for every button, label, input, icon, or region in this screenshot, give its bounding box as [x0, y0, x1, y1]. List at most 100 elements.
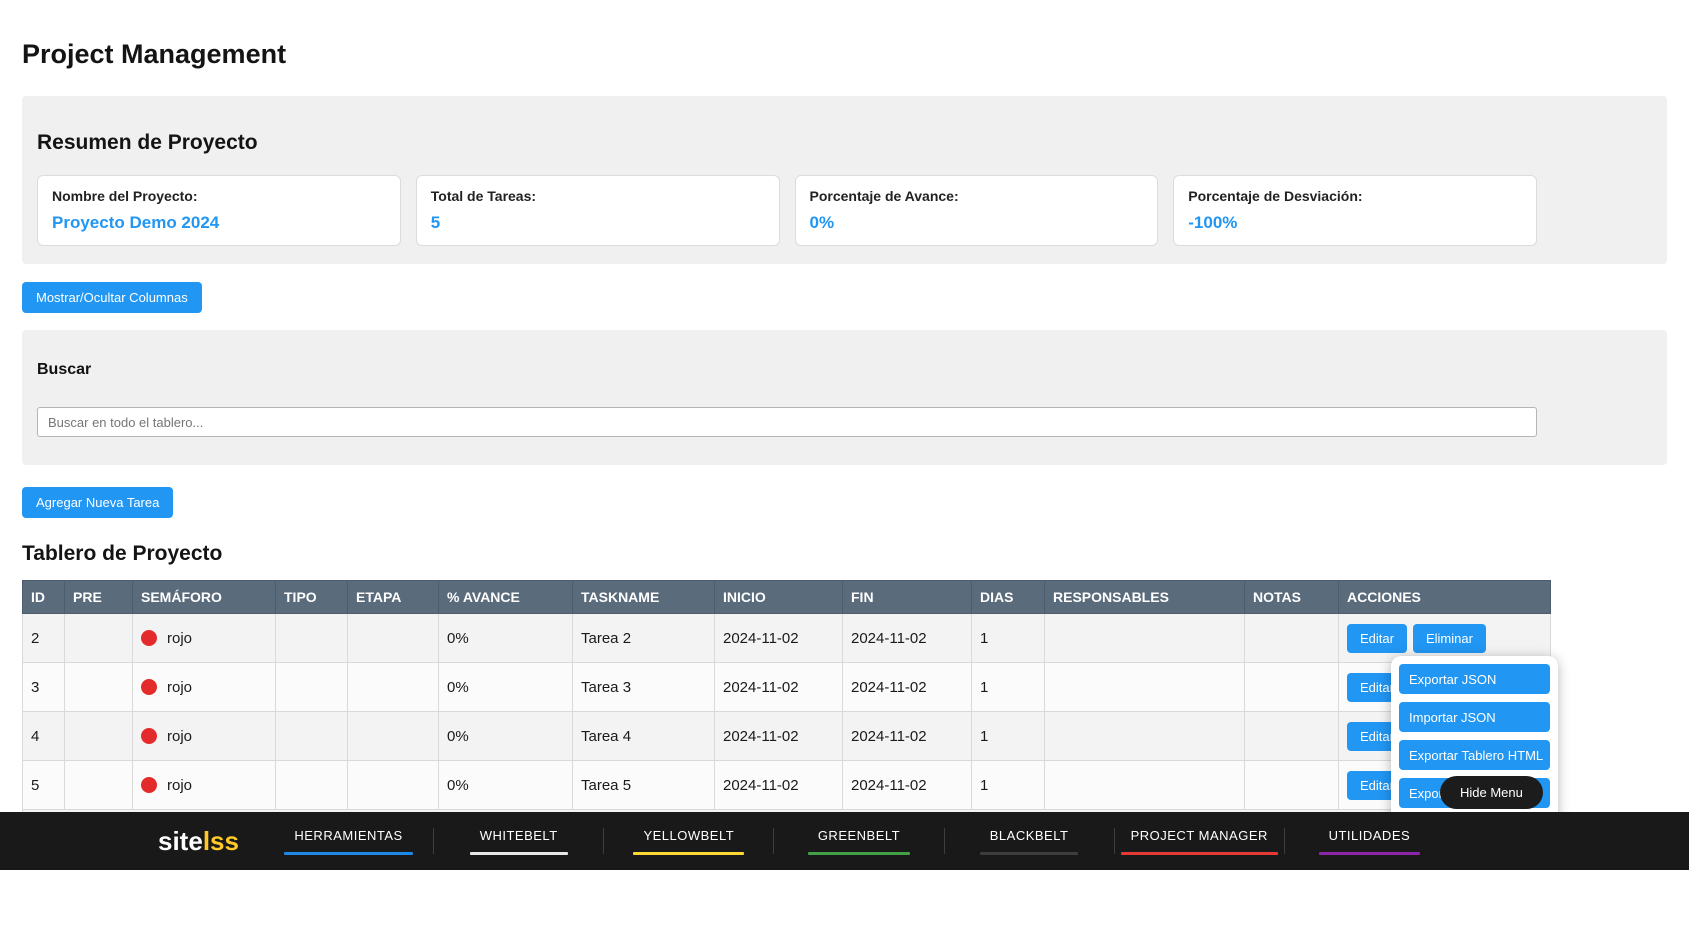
- semaforo-label: rojo: [167, 727, 193, 745]
- cell-id: 5: [22, 760, 65, 810]
- cell-semaforo: rojo: [132, 711, 276, 761]
- card-label: Porcentaje de Desviación:: [1188, 188, 1363, 204]
- add-task-button[interactable]: Agregar Nueva Tarea: [22, 487, 174, 518]
- footer-item-label: HERRAMIENTAS: [294, 827, 403, 843]
- cell-id: 4: [22, 711, 65, 761]
- board-title: Tablero de Proyecto: [22, 542, 223, 565]
- table-row: 5 rojo 0% Tarea 5 2024-11-02 2024-11-02 …: [22, 760, 1551, 810]
- logo-part-site: site: [158, 825, 203, 856]
- column-header-id: ID: [22, 580, 65, 614]
- table-row: 3 rojo 0% Tarea 3 2024-11-02 2024-11-02 …: [22, 662, 1551, 712]
- footer-item-greenbelt[interactable]: GREENBELT: [774, 828, 943, 855]
- cell-semaforo: rojo: [132, 613, 276, 663]
- footer-item-underline: [979, 851, 1079, 855]
- column-header-responsables: RESPONSABLES: [1044, 580, 1245, 614]
- cell-fin: 2024-11-02: [842, 760, 972, 810]
- summary-card-progress: Porcentaje de Avance: 0%: [794, 175, 1159, 246]
- semaforo-label: rojo: [167, 776, 193, 794]
- cell-id: 3: [22, 662, 65, 712]
- footer-item-underline: [633, 851, 745, 855]
- cell-tipo: [275, 613, 348, 663]
- column-header-dias: DIAS: [971, 580, 1045, 614]
- footer: sitelss HERRAMIENTAS WHITEBELT YELLOWBEL…: [0, 812, 1689, 870]
- cell-notas: [1244, 613, 1339, 663]
- search-title: Buscar: [37, 361, 92, 378]
- delete-task-button[interactable]: Eliminar: [1412, 623, 1486, 653]
- summary-title: Resumen de Proyecto: [37, 131, 258, 154]
- semaforo-red-dot-icon: [141, 629, 157, 646]
- cell-etapa: [347, 760, 439, 810]
- cell-id: 2: [22, 613, 65, 663]
- footer-item-herramientas[interactable]: HERRAMIENTAS: [264, 828, 433, 855]
- cell-inicio: 2024-11-02: [714, 662, 843, 712]
- footer-item-project-manager[interactable]: PROJECT MANAGER: [1115, 828, 1284, 855]
- hide-menu-button[interactable]: Hide Menu: [1440, 776, 1543, 809]
- cell-tipo: [275, 662, 348, 712]
- card-value: 5: [430, 213, 441, 232]
- column-header-inicio: INICIO: [714, 580, 843, 614]
- cell-dias: 1: [971, 711, 1045, 761]
- footer-item-label: BLACKBELT: [989, 827, 1069, 843]
- logo-part-lss: lss: [202, 825, 239, 856]
- footer-item-label: WHITEBELT: [479, 827, 558, 843]
- footer-item-underline: [807, 851, 911, 855]
- cell-etapa: [347, 662, 439, 712]
- page: Project Management Resumen de Proyecto N…: [0, 0, 1689, 937]
- toggle-columns-button[interactable]: Mostrar/Ocultar Columnas: [22, 282, 202, 313]
- cell-dias: 1: [971, 662, 1045, 712]
- column-header-avance: % AVANCE: [438, 580, 573, 614]
- card-label: Total de Tareas:: [430, 188, 537, 204]
- cell-responsables: [1044, 760, 1245, 810]
- table-row: 2 rojo 0% Tarea 2 2024-11-02 2024-11-02 …: [22, 613, 1551, 663]
- cell-taskname: Tarea 2: [572, 613, 715, 663]
- semaforo-red-dot-icon: [141, 776, 157, 793]
- footer-item-whitebelt[interactable]: WHITEBELT: [434, 828, 603, 855]
- cell-tipo: [275, 760, 348, 810]
- card-value: 0%: [809, 213, 835, 232]
- cell-fin: 2024-11-02: [842, 662, 972, 712]
- summary-card-total-tasks: Total de Tareas: 5: [415, 175, 780, 246]
- cell-dias: 1: [971, 613, 1045, 663]
- footer-nav: HERRAMIENTAS WHITEBELT YELLOWBELT GREENB…: [264, 828, 1454, 855]
- column-header-tipo: TIPO: [275, 580, 348, 614]
- footer-logo[interactable]: sitelss: [158, 826, 239, 857]
- edit-task-button[interactable]: Editar: [1347, 623, 1407, 653]
- cell-notas: [1244, 662, 1339, 712]
- footer-item-label: YELLOWBELT: [643, 827, 735, 843]
- cell-dias: 1: [971, 760, 1045, 810]
- cell-taskname: Tarea 4: [572, 711, 715, 761]
- card-label: Nombre del Proyecto:: [52, 188, 198, 204]
- footer-item-underline: [469, 851, 568, 855]
- semaforo-red-dot-icon: [141, 678, 157, 695]
- search-input[interactable]: [37, 407, 1537, 437]
- footer-item-underline: [1318, 851, 1421, 855]
- footer-item-blackbelt[interactable]: BLACKBELT: [945, 828, 1114, 855]
- cell-semaforo: rojo: [132, 760, 276, 810]
- export-html-button[interactable]: Exportar Tablero HTML: [1399, 740, 1550, 770]
- semaforo-red-dot-icon: [141, 727, 157, 744]
- cell-responsables: [1044, 613, 1245, 663]
- export-json-button[interactable]: Exportar JSON: [1399, 664, 1550, 694]
- cell-inicio: 2024-11-02: [714, 760, 843, 810]
- footer-item-label: PROJECT MANAGER: [1130, 827, 1268, 843]
- column-header-etapa: ETAPA: [347, 580, 439, 614]
- column-header-acciones: ACCIONES: [1338, 580, 1551, 614]
- cell-responsables: [1044, 711, 1245, 761]
- summary-cards: Nombre del Proyecto: Proyecto Demo 2024 …: [37, 175, 1537, 246]
- cell-pre: [64, 760, 133, 810]
- card-label: Porcentaje de Avance:: [809, 188, 959, 204]
- cell-pre: [64, 613, 133, 663]
- footer-item-yellowbelt[interactable]: YELLOWBELT: [604, 828, 773, 855]
- cell-avance: 0%: [438, 613, 573, 663]
- cell-tipo: [275, 711, 348, 761]
- footer-item-utilidades[interactable]: UTILIDADES: [1285, 828, 1454, 855]
- cell-avance: 0%: [438, 711, 573, 761]
- cell-taskname: Tarea 3: [572, 662, 715, 712]
- import-json-button[interactable]: Importar JSON: [1399, 702, 1550, 732]
- column-header-taskname: TASKNAME: [572, 580, 715, 614]
- page-title: Project Management: [22, 39, 287, 69]
- table-header-row: ID PRE SEMÁFORO TIPO ETAPA % AVANCE TASK…: [22, 580, 1551, 614]
- cell-responsables: [1044, 662, 1245, 712]
- semaforo-label: rojo: [167, 629, 193, 647]
- cell-taskname: Tarea 5: [572, 760, 715, 810]
